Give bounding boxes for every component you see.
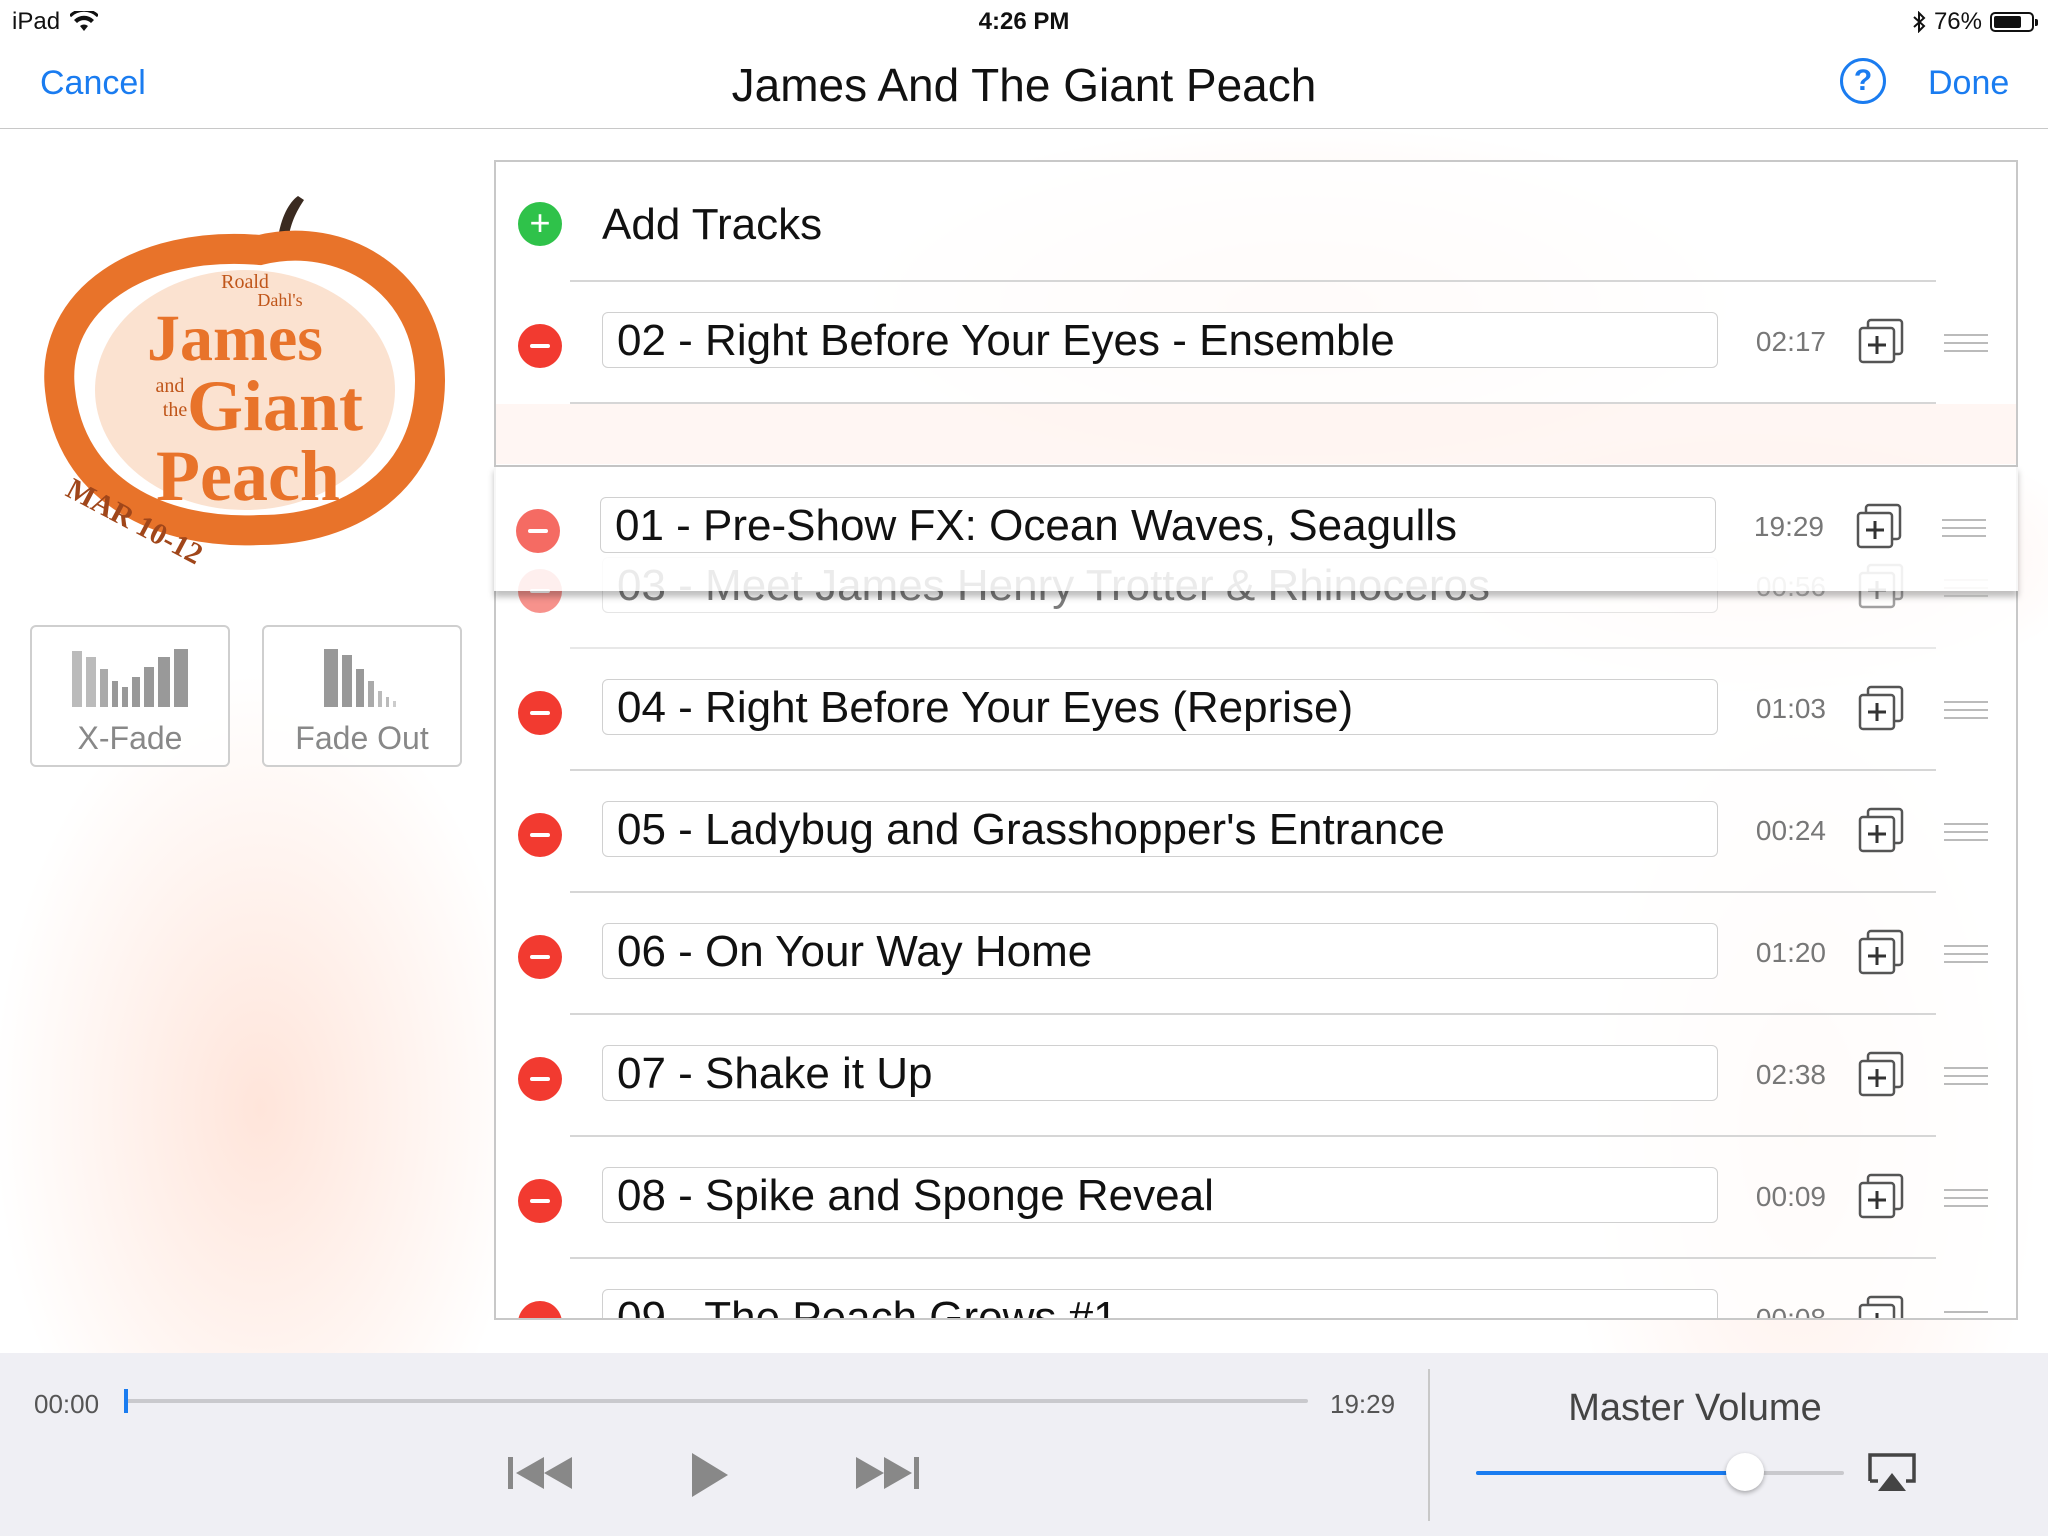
track-row-dragging[interactable]: 01 - Pre-Show FX: Ocean Waves, Seagulls …	[494, 467, 2014, 589]
delete-track-icon[interactable]	[516, 509, 560, 553]
duplicate-icon[interactable]	[1856, 503, 1904, 551]
status-time: 4:26 PM	[978, 8, 1070, 35]
next-track-icon[interactable]	[852, 1451, 922, 1495]
reorder-handle-icon[interactable]	[1944, 334, 1988, 358]
duplicate-icon[interactable]	[1858, 1173, 1906, 1221]
navigation-bar: Cancel James And The Giant Peach ? Done	[0, 40, 2048, 129]
track-duration: 02:38	[1755, 1059, 1826, 1090]
track-row[interactable]: 07 - Shake it Up 02:38	[496, 1015, 2016, 1137]
reorder-handle-icon[interactable]	[1944, 823, 1988, 847]
svg-text:Giant: Giant	[187, 366, 363, 446]
reorder-handle-icon[interactable]	[1944, 945, 1988, 969]
track-duration: 01:20	[1755, 937, 1826, 968]
delete-track-icon[interactable]	[518, 1179, 562, 1223]
track-duration: 19:29	[1753, 511, 1824, 542]
bluetooth-icon	[1913, 11, 1926, 33]
track-row[interactable]: 04 - Right Before Your Eyes (Reprise) 01:…	[496, 649, 2016, 771]
duplicate-icon[interactable]	[1858, 1051, 1906, 1099]
battery-icon	[1990, 12, 2038, 32]
delete-track-icon[interactable]	[518, 324, 562, 368]
done-button[interactable]: Done	[1928, 64, 2009, 103]
page-title: James And The Giant Peach	[731, 59, 1317, 111]
track-duration: 01:03	[1755, 693, 1826, 724]
total-time: 19:29	[1330, 1389, 1396, 1419]
peach-logo: Roald Dahl's James and the Giant Peach M…	[44, 196, 446, 571]
track-row[interactable]: 08 - Spike and Sponge Reveal 00:09	[496, 1137, 2016, 1259]
status-bar: iPad 4:26 PM 76%	[0, 0, 2048, 40]
player-divider	[1428, 1369, 1430, 1521]
fade-out-label: Fade Out	[295, 720, 429, 756]
duplicate-icon[interactable]	[1858, 318, 1906, 366]
airplay-icon[interactable]	[1866, 1451, 1918, 1495]
track-row[interactable]: 02 - Right Before Your Eyes - Ensemble 02…	[496, 282, 2016, 404]
track-row[interactable]: 09 - The Peach Grows #1 00:08	[496, 1259, 2016, 1320]
track-name-field[interactable]: 09 - The Peach Grows #1	[602, 1289, 1718, 1318]
track-name-field[interactable]: 06 - On Your Way Home	[602, 923, 1718, 979]
fade-out-button[interactable]: Fade Out	[262, 625, 462, 767]
track-name-field[interactable]: 07 - Shake it Up	[602, 1045, 1718, 1101]
duplicate-icon[interactable]	[1858, 1295, 1906, 1320]
svg-text:Peach: Peach	[156, 436, 340, 516]
reorder-handle-icon[interactable]	[1944, 701, 1988, 725]
add-tracks-label: Add Tracks	[602, 200, 823, 249]
scrubber-knob[interactable]	[124, 1389, 128, 1413]
track-duration: 00:09	[1755, 1181, 1826, 1212]
xfade-button[interactable]: X-Fade	[30, 625, 230, 767]
drop-placeholder	[496, 404, 2016, 464]
svg-text:James: James	[147, 302, 323, 375]
help-icon[interactable]: ?	[1840, 58, 1886, 104]
track-name-field[interactable]: 05 - Ladybug and Grasshopper's Entrance	[602, 801, 1718, 857]
track-row[interactable]: 05 - Ladybug and Grasshopper's Entrance 0…	[496, 771, 2016, 893]
track-duration: 02:17	[1755, 326, 1826, 357]
elapsed-time: 00:00	[34, 1389, 100, 1419]
reorder-handle-icon[interactable]	[1944, 1311, 1988, 1318]
reorder-handle-icon[interactable]	[1942, 519, 1986, 543]
dragging-track-card[interactable]: 01 - Pre-Show FX: Ocean Waves, Seagulls …	[494, 465, 2018, 591]
master-volume-label: Master Volume	[1568, 1387, 1822, 1429]
track-duration: 00:08	[1755, 1303, 1826, 1320]
track-name-field[interactable]: 04 - Right Before Your Eyes (Reprise)	[602, 679, 1718, 735]
reorder-handle-icon[interactable]	[1944, 1189, 1988, 1213]
svg-text:and: and	[156, 375, 185, 397]
reorder-handle-icon[interactable]	[1944, 1067, 1988, 1091]
volume-thumb[interactable]	[1725, 1453, 1764, 1491]
fade-out-icon	[324, 649, 396, 707]
svg-text:the: the	[163, 399, 188, 421]
xfade-label: X-Fade	[77, 720, 183, 756]
duplicate-icon[interactable]	[1858, 929, 1906, 977]
delete-track-icon[interactable]	[518, 1301, 562, 1318]
track-name-field[interactable]: 01 - Pre-Show FX: Ocean Waves, Seagulls	[600, 497, 1716, 553]
previous-track-icon[interactable]	[506, 1451, 576, 1495]
track-name-field[interactable]: 02 - Right Before Your Eyes - Ensemble	[602, 312, 1718, 368]
crossfade-icon	[72, 649, 188, 707]
track-list-panel[interactable]: + Add Tracks 02 - Right Before Your Eyes…	[494, 160, 2018, 1320]
track-name-field[interactable]: 08 - Spike and Sponge Reveal	[602, 1167, 1718, 1223]
player-bar: 00:00 19:29 Master Volume	[0, 1353, 2048, 1536]
master-volume-slider[interactable]	[1476, 1453, 1844, 1491]
add-icon[interactable]: +	[518, 202, 562, 246]
delete-track-icon[interactable]	[518, 691, 562, 735]
progress-scrubber[interactable]	[124, 1389, 1308, 1413]
delete-track-icon[interactable]	[518, 1057, 562, 1101]
duplicate-icon[interactable]	[1858, 685, 1906, 733]
play-icon[interactable]	[688, 1451, 732, 1499]
delete-track-icon[interactable]	[518, 935, 562, 979]
delete-track-icon[interactable]	[518, 813, 562, 857]
track-row[interactable]: 06 - On Your Way Home 01:20	[496, 893, 2016, 1015]
album-artwork[interactable]: Roald Dahl's James and the Giant Peach M…	[30, 160, 464, 594]
track-duration: 00:24	[1755, 815, 1826, 846]
duplicate-icon[interactable]	[1858, 807, 1906, 855]
battery-percent: 76%	[1933, 8, 1982, 35]
add-tracks-row[interactable]: + Add Tracks	[496, 162, 2016, 282]
